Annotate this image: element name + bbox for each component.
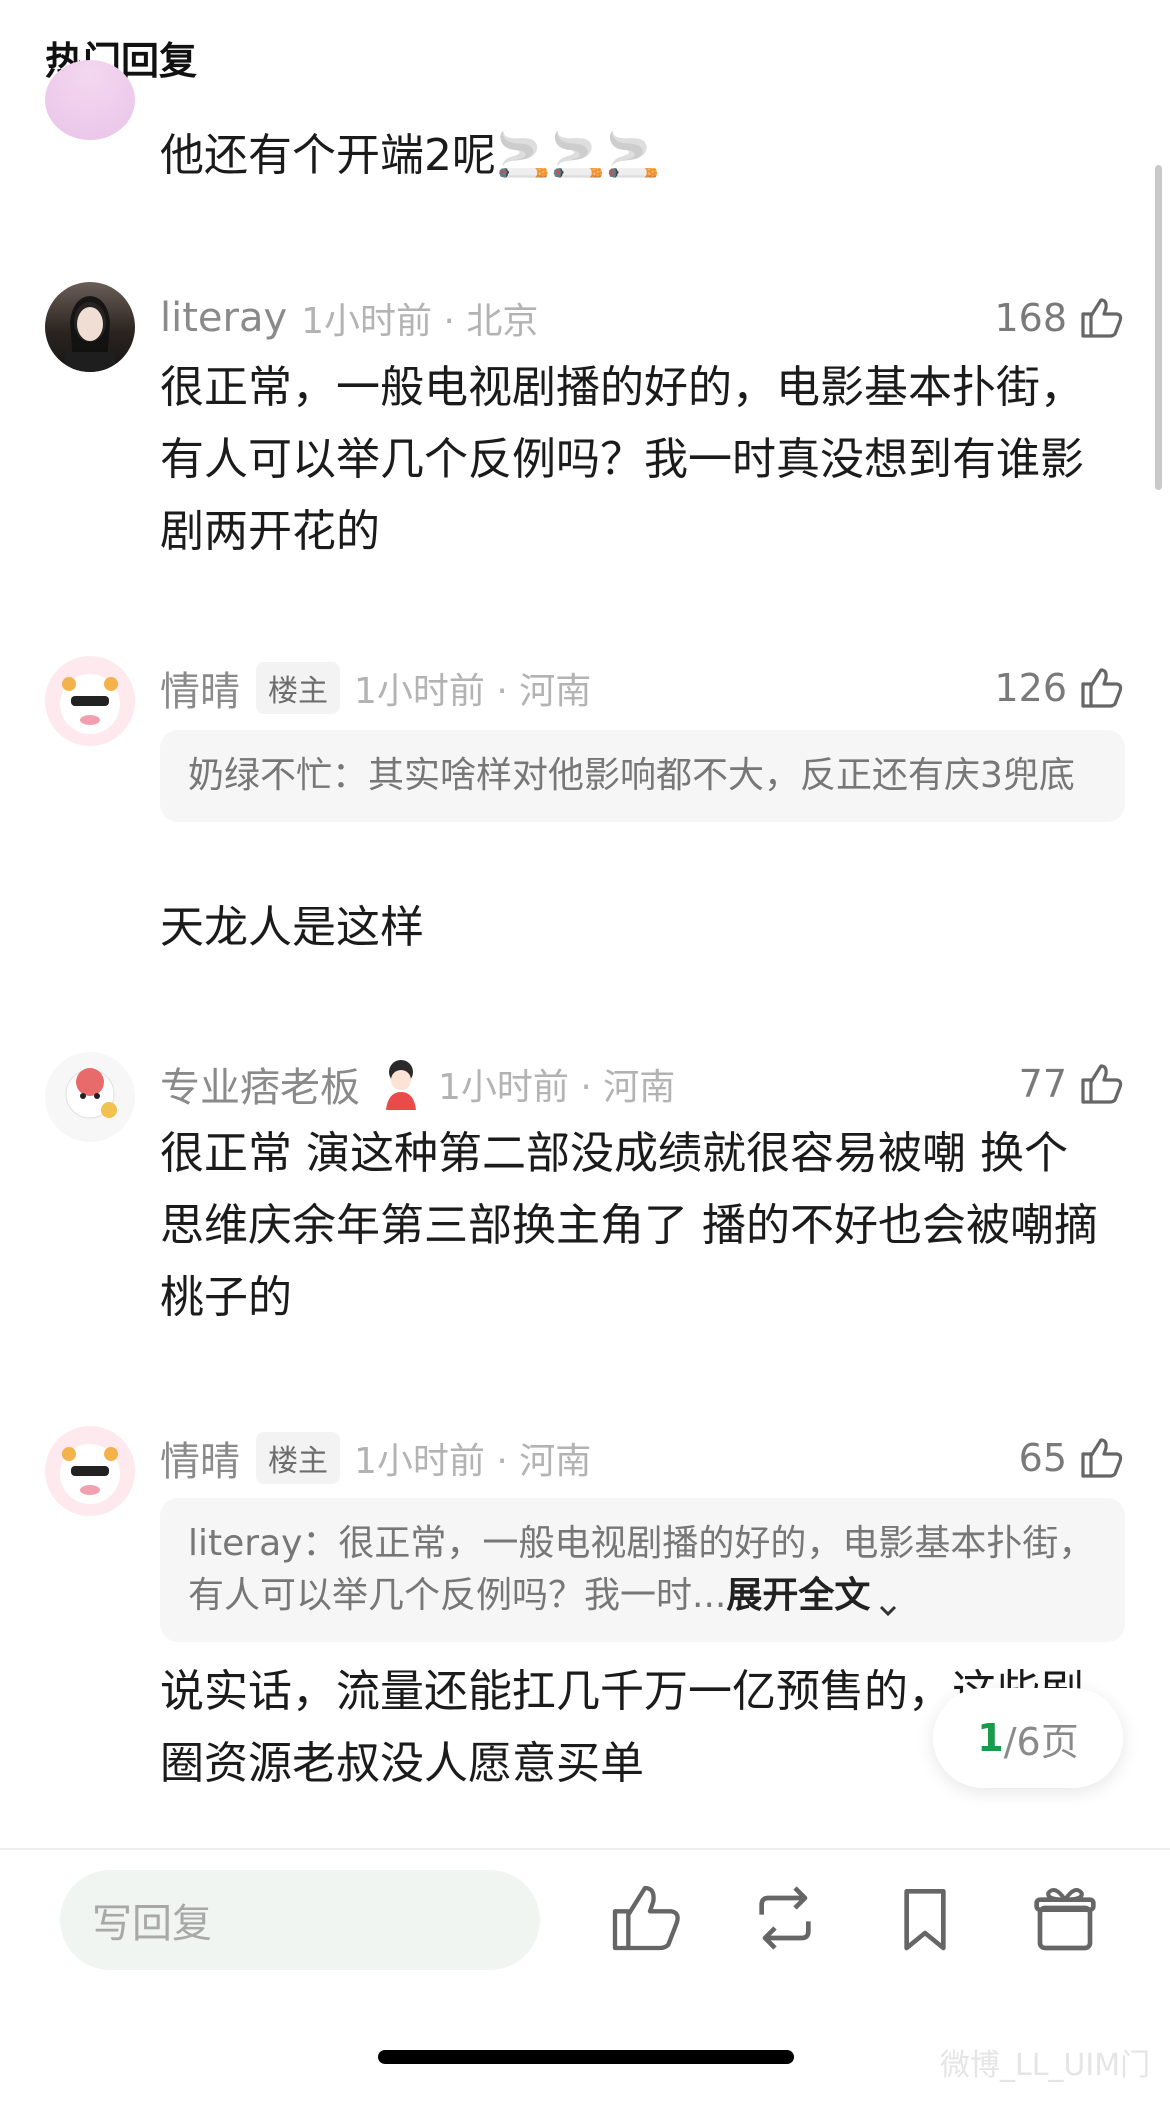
current-page: 1 [977,1716,1004,1760]
like-button[interactable]: 77 [1019,1056,1125,1112]
comment-text: 他还有个开端2呢🚬🚬🚬 [160,130,661,181]
chevron-down-icon [876,1585,900,1617]
avatar[interactable] [45,656,135,746]
quoted-reply[interactable]: 奶绿不忙：其实啥样对他影响都不大，反正还有庆3兜底 [160,730,1125,822]
timestamp-location: 1小时前 · 河南 [354,1441,592,1482]
timestamp-location: 1小时前 · 河南 [438,1067,676,1108]
username[interactable]: 专业痞老板 [160,1055,360,1113]
like-button[interactable]: 126 [994,660,1125,716]
comment-meta: 情晴 楼主 1小时前 · 河南 [160,660,591,716]
thumbs-up-icon[interactable] [605,1878,685,1958]
comment-meta: 专业痞老板 1小时前 · 河南 [160,1056,675,1112]
thumbs-up-icon [1081,1438,1123,1478]
thumbs-up-icon [1081,1064,1123,1104]
reply-input[interactable]: 写回复 [60,1870,540,1970]
avatar[interactable] [45,1426,135,1516]
avatar[interactable] [45,282,135,372]
comment-text: 很正常，一般电视剧播的好的，电影基本扑街，有人可以举几个反例吗？我一时真没想到有… [160,362,1084,557]
quoted-reply[interactable]: literay：很正常，一般电视剧播的好的，电影基本扑街，有人可以举几个反例吗？… [160,1498,1125,1642]
thumbs-up-icon [1081,298,1123,338]
user-badge-icon [378,1056,424,1112]
bookmark-icon[interactable] [885,1878,965,1958]
like-count: 168 [994,296,1067,340]
comment-text: 天龙人是这样 [160,902,424,953]
thumbs-up-icon [1081,668,1123,708]
expand-full-text-link[interactable]: 展开全文 [726,1575,870,1616]
timestamp-location: 1小时前 · 河南 [354,671,592,712]
like-button[interactable]: 168 [994,290,1125,346]
username[interactable]: literay [160,295,287,341]
comment-meta: literay 1小时前 · 北京 [160,290,538,346]
scrollbar[interactable] [1155,165,1162,490]
comment-text: 很正常 演这种第二部没成绩就很容易被嘲 换个思维庆余年第三部换主角了 播的不好也… [160,1128,1098,1323]
quoted-text: literay：很正常，一般电视剧播的好的，电影基本扑街，有人可以举几个反例吗？… [188,1523,1095,1616]
total-pages: /6页 [1003,1719,1079,1764]
home-indicator[interactable] [378,2050,794,2064]
watermark: 微博_LL_UIM门 [940,2048,1151,2083]
username[interactable]: 情晴 [160,1429,240,1487]
gift-icon[interactable] [1025,1878,1105,1958]
like-count: 65 [1018,1436,1067,1480]
like-count: 77 [1018,1062,1067,1106]
page-indicator[interactable]: 1/6页 [933,1688,1123,1788]
op-badge: 楼主 [256,662,340,714]
op-badge: 楼主 [256,1432,340,1484]
avatar[interactable] [45,1052,135,1142]
repost-icon[interactable] [745,1878,825,1958]
username[interactable]: 情晴 [160,659,240,717]
like-count: 126 [994,666,1067,710]
timestamp-location: 1小时前 · 北京 [301,301,539,342]
like-button[interactable]: 65 [1019,1430,1125,1486]
comment-meta: 情晴 楼主 1小时前 · 河南 [160,1430,591,1486]
quoted-text: 奶绿不忙：其实啥样对他影响都不大，反正还有庆3兜底 [188,755,1075,796]
avatar[interactable] [45,60,135,140]
